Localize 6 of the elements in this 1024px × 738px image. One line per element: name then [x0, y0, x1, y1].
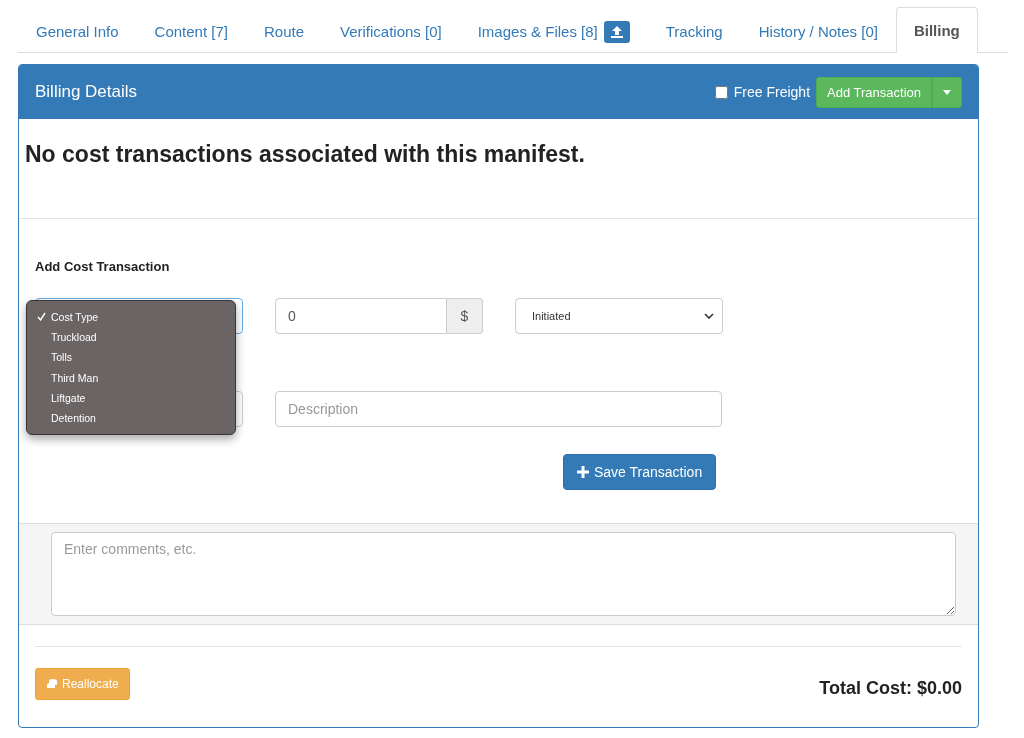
section-title: Add Cost Transaction: [35, 259, 171, 274]
total-cost: Total Cost: $0.00: [819, 677, 962, 699]
currency-addon: $: [447, 298, 483, 334]
empty-message: No cost transactions associated with this manifest.: [19, 119, 978, 219]
panel-title: Billing Details: [35, 82, 139, 102]
checkbox-label: Free Freight: [733, 84, 811, 100]
